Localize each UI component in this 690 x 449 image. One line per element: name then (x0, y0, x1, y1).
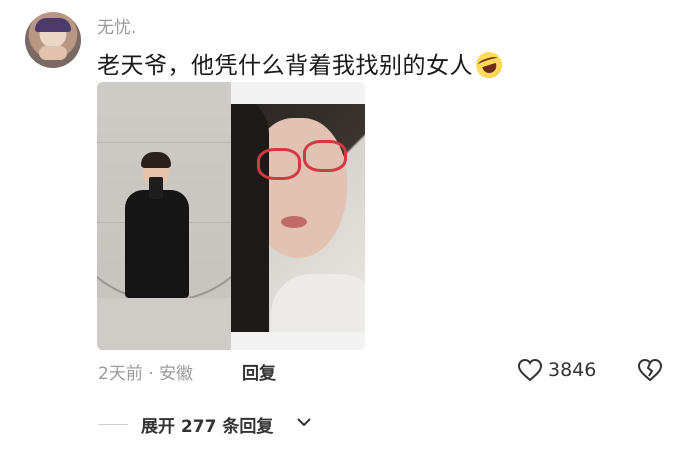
avatar-hands (39, 46, 67, 60)
chevron-down-icon[interactable] (296, 416, 312, 428)
expand-replies-button[interactable]: 展开 277 条回复 (141, 412, 273, 437)
avatar-hat (35, 18, 71, 32)
red-glasses-right-lens (303, 140, 347, 172)
phone (149, 177, 163, 199)
long-hair (231, 104, 269, 332)
comment-image-grid (97, 82, 365, 350)
person-hair (141, 152, 171, 168)
floor (97, 298, 231, 350)
wall-tile-line (97, 142, 231, 143)
comment-username[interactable]: 无忧. (97, 13, 136, 38)
replies-divider (98, 424, 128, 425)
comment-text: 老天爷，他凭什么背着我找别的女人 (97, 53, 473, 79)
rolling-laughing-emoji-icon (472, 48, 506, 82)
red-glasses-portrait-photo[interactable] (231, 104, 365, 332)
comment-time-location: 2天前 · 安徽 (98, 364, 194, 384)
white-sweater (271, 274, 365, 332)
broken-heart-icon[interactable] (637, 358, 663, 382)
comment-body: 老天爷，他凭什么背着我找别的女人 (97, 46, 506, 82)
like-count: 3846 (548, 359, 597, 381)
mirror-selfie-photo[interactable] (97, 82, 231, 350)
commenter-avatar[interactable] (25, 12, 81, 68)
black-coat (125, 190, 189, 298)
lips (281, 216, 307, 228)
reply-button[interactable]: 回复 (242, 359, 276, 384)
red-glasses-left-lens (257, 148, 301, 180)
heart-outline-icon[interactable] (517, 358, 543, 382)
